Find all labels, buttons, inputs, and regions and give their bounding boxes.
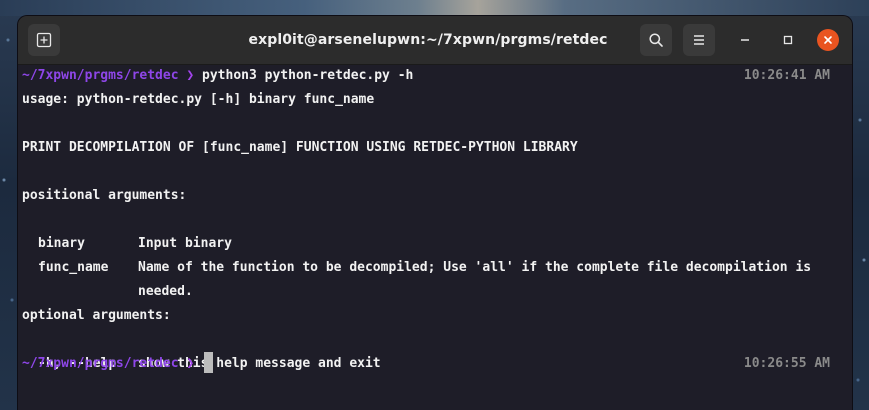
- new-tab-button[interactable]: [28, 24, 60, 56]
- text-cursor: [204, 352, 214, 373]
- prompt-arrow-icon: ❯: [186, 68, 195, 83]
- positional-header: positional arguments:: [22, 188, 187, 203]
- arg-row: -h, --help show this help message and exi…: [22, 328, 381, 371]
- arg-row: binary Input binary: [22, 208, 232, 251]
- hamburger-menu-icon: [694, 35, 704, 45]
- arg-desc-cont: needed.: [138, 284, 193, 299]
- prompt-line-2: ~/7xpwn/prgms/retdec ❯: [22, 352, 214, 376]
- arg-desc-continuation: needed.: [22, 256, 193, 299]
- minimize-icon: [741, 39, 749, 41]
- minimize-button[interactable]: [734, 29, 756, 51]
- timestamp-1: 10:26:41 AM: [743, 68, 830, 83]
- menu-button[interactable]: [683, 24, 715, 56]
- prompt-path: ~/7xpwn/prgms/retdec: [22, 356, 179, 371]
- title-bar[interactable]: expl0it@arsenelupwn:~/7xpwn/prgms/retdec: [18, 16, 852, 65]
- new-tab-icon: [36, 32, 52, 48]
- close-icon: [824, 36, 832, 44]
- maximize-icon: [783, 35, 793, 45]
- arg-desc: Input binary: [138, 236, 232, 251]
- terminal-output[interactable]: ~/7xpwn/prgms/retdec ❯ python3 python-re…: [18, 65, 852, 410]
- window-title: expl0it@arsenelupwn:~/7xpwn/prgms/retdec: [248, 32, 608, 48]
- close-button[interactable]: [817, 29, 839, 51]
- search-button[interactable]: [640, 24, 672, 56]
- desktop-wallpaper-strip: [0, 0, 869, 16]
- timestamp-2: 10:26:55 AM: [743, 356, 830, 371]
- usage-line: usage: python-retdec.py [-h] binary func…: [22, 92, 375, 107]
- command-text: python3 python-retdec.py -h: [202, 68, 414, 83]
- maximize-button[interactable]: [777, 29, 799, 51]
- optional-header: optional arguments:: [22, 308, 171, 323]
- description-line: PRINT DECOMPILATION OF [func_name] FUNCT…: [22, 140, 578, 155]
- terminal-window: expl0it@arsenelupwn:~/7xpwn/prgms/retdec: [18, 16, 852, 410]
- prompt-path: ~/7xpwn/prgms/retdec: [22, 68, 179, 83]
- arg-desc: Name of the function to be decompiled; U…: [138, 260, 812, 275]
- prompt-line-1: ~/7xpwn/prgms/retdec ❯ python3 python-re…: [22, 64, 413, 88]
- search-icon: [649, 33, 663, 47]
- prompt-arrow-icon: ❯: [186, 356, 195, 371]
- arg-row: func_name Name of the function to be deco…: [22, 232, 811, 275]
